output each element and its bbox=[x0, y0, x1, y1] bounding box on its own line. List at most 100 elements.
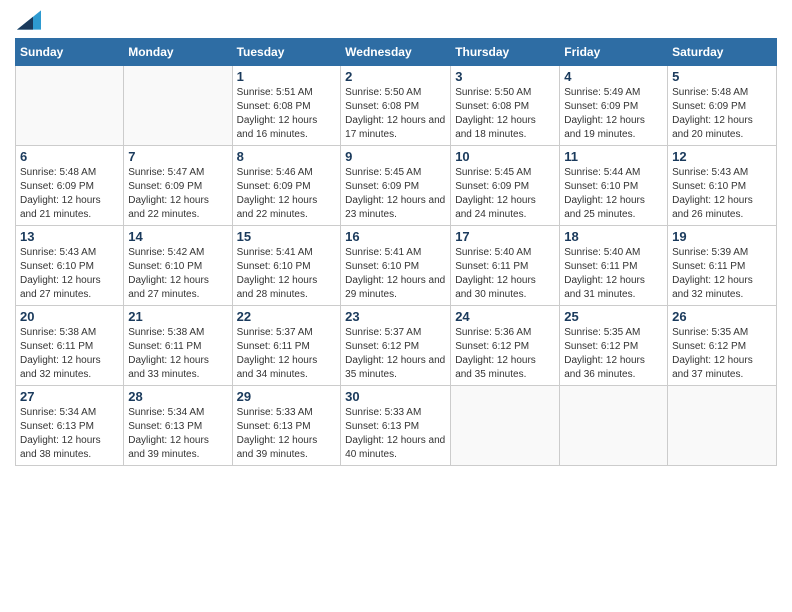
day-number: 14 bbox=[128, 229, 227, 244]
calendar-cell bbox=[16, 66, 124, 146]
calendar-cell: 2Sunrise: 5:50 AM Sunset: 6:08 PM Daylig… bbox=[341, 66, 451, 146]
day-info: Sunrise: 5:47 AM Sunset: 6:09 PM Dayligh… bbox=[128, 166, 227, 222]
day-info: Sunrise: 5:46 AM Sunset: 6:09 PM Dayligh… bbox=[237, 166, 337, 222]
calendar-cell: 24 Sunrise: 5:36 AM Sunset: 6:12 PM Dayli… bbox=[451, 306, 560, 386]
calendar-cell bbox=[451, 386, 560, 466]
calendar-cell: 13Sunrise: 5:43 AM Sunset: 6:10 PM Dayli… bbox=[16, 226, 124, 306]
day-number: 25 bbox=[564, 309, 663, 324]
day-info: Sunrise: 5:36 AM Sunset: 6:12 PM Dayligh… bbox=[455, 326, 555, 382]
day-number: 20 bbox=[20, 309, 119, 324]
day-info: Sunrise: 5:39 AM Sunset: 6:11 PM Dayligh… bbox=[672, 246, 772, 302]
calendar-cell: 7 Sunrise: 5:47 AM Sunset: 6:09 PM Daylig… bbox=[124, 146, 232, 226]
day-info: Sunrise: 5:37 AM Sunset: 6:12 PM Dayligh… bbox=[345, 326, 446, 382]
day-number: 7 bbox=[128, 149, 227, 164]
calendar-cell: 9 Sunrise: 5:45 AM Sunset: 6:09 PM Daylig… bbox=[341, 146, 451, 226]
page-header bbox=[15, 10, 777, 30]
calendar-cell: 25 Sunrise: 5:35 AM Sunset: 6:12 PM Dayli… bbox=[560, 306, 668, 386]
day-number: 11 bbox=[564, 149, 663, 164]
day-number: 21 bbox=[128, 309, 227, 324]
logo bbox=[15, 14, 41, 30]
day-number: 26 bbox=[672, 309, 772, 324]
day-number: 28 bbox=[128, 389, 227, 404]
calendar-cell bbox=[560, 386, 668, 466]
day-number: 5 bbox=[672, 69, 772, 84]
calendar-week-row: 13Sunrise: 5:43 AM Sunset: 6:10 PM Dayli… bbox=[16, 226, 777, 306]
calendar-cell: 27Sunrise: 5:34 AM Sunset: 6:13 PM Dayli… bbox=[16, 386, 124, 466]
day-info: Sunrise: 5:33 AM Sunset: 6:13 PM Dayligh… bbox=[237, 406, 337, 462]
day-info: Sunrise: 5:49 AM Sunset: 6:09 PM Dayligh… bbox=[564, 86, 663, 142]
day-info: Sunrise: 5:45 AM Sunset: 6:09 PM Dayligh… bbox=[345, 166, 446, 222]
day-number: 19 bbox=[672, 229, 772, 244]
day-number: 6 bbox=[20, 149, 119, 164]
day-info: Sunrise: 5:51 AM Sunset: 6:08 PM Dayligh… bbox=[237, 86, 337, 142]
calendar-cell: 16Sunrise: 5:41 AM Sunset: 6:10 PM Dayli… bbox=[341, 226, 451, 306]
weekday-header-wednesday: Wednesday bbox=[341, 39, 451, 66]
day-info: Sunrise: 5:41 AM Sunset: 6:10 PM Dayligh… bbox=[237, 246, 337, 302]
day-info: Sunrise: 5:43 AM Sunset: 6:10 PM Dayligh… bbox=[672, 166, 772, 222]
weekday-header-monday: Monday bbox=[124, 39, 232, 66]
calendar-cell bbox=[668, 386, 777, 466]
day-info: Sunrise: 5:35 AM Sunset: 6:12 PM Dayligh… bbox=[672, 326, 772, 382]
day-info: Sunrise: 5:44 AM Sunset: 6:10 PM Dayligh… bbox=[564, 166, 663, 222]
day-info: Sunrise: 5:40 AM Sunset: 6:11 PM Dayligh… bbox=[564, 246, 663, 302]
day-info: Sunrise: 5:34 AM Sunset: 6:13 PM Dayligh… bbox=[20, 406, 119, 462]
calendar-cell: 18Sunrise: 5:40 AM Sunset: 6:11 PM Dayli… bbox=[560, 226, 668, 306]
calendar-cell: 14 Sunrise: 5:42 AM Sunset: 6:10 PM Dayli… bbox=[124, 226, 232, 306]
weekday-header-thursday: Thursday bbox=[451, 39, 560, 66]
weekday-header-friday: Friday bbox=[560, 39, 668, 66]
calendar-cell: 12 Sunrise: 5:43 AM Sunset: 6:10 PM Dayli… bbox=[668, 146, 777, 226]
calendar-week-row: 27Sunrise: 5:34 AM Sunset: 6:13 PM Dayli… bbox=[16, 386, 777, 466]
day-info: Sunrise: 5:37 AM Sunset: 6:11 PM Dayligh… bbox=[237, 326, 337, 382]
day-number: 23 bbox=[345, 309, 446, 324]
day-info: Sunrise: 5:42 AM Sunset: 6:10 PM Dayligh… bbox=[128, 246, 227, 302]
calendar-cell: 17 Sunrise: 5:40 AM Sunset: 6:11 PM Dayli… bbox=[451, 226, 560, 306]
day-number: 30 bbox=[345, 389, 446, 404]
day-info: Sunrise: 5:48 AM Sunset: 6:09 PM Dayligh… bbox=[672, 86, 772, 142]
calendar-cell: 28 Sunrise: 5:34 AM Sunset: 6:13 PM Dayli… bbox=[124, 386, 232, 466]
day-number: 22 bbox=[237, 309, 337, 324]
day-info: Sunrise: 5:40 AM Sunset: 6:11 PM Dayligh… bbox=[455, 246, 555, 302]
weekday-header-tuesday: Tuesday bbox=[232, 39, 341, 66]
calendar-cell: 1 Sunrise: 5:51 AM Sunset: 6:08 PM Daylig… bbox=[232, 66, 341, 146]
calendar-cell: 11 Sunrise: 5:44 AM Sunset: 6:10 PM Dayli… bbox=[560, 146, 668, 226]
day-info: Sunrise: 5:45 AM Sunset: 6:09 PM Dayligh… bbox=[455, 166, 555, 222]
calendar-cell: 21Sunrise: 5:38 AM Sunset: 6:11 PM Dayli… bbox=[124, 306, 232, 386]
calendar-cell: 10 Sunrise: 5:45 AM Sunset: 6:09 PM Dayli… bbox=[451, 146, 560, 226]
calendar-table: SundayMondayTuesdayWednesdayThursdayFrid… bbox=[15, 38, 777, 466]
calendar-cell: 6 Sunrise: 5:48 AM Sunset: 6:09 PM Daylig… bbox=[16, 146, 124, 226]
day-info: Sunrise: 5:50 AM Sunset: 6:08 PM Dayligh… bbox=[455, 86, 555, 142]
calendar-header-row: SundayMondayTuesdayWednesdayThursdayFrid… bbox=[16, 39, 777, 66]
day-number: 12 bbox=[672, 149, 772, 164]
calendar-cell bbox=[124, 66, 232, 146]
weekday-header-sunday: Sunday bbox=[16, 39, 124, 66]
day-info: Sunrise: 5:34 AM Sunset: 6:13 PM Dayligh… bbox=[128, 406, 227, 462]
calendar-cell: 22 Sunrise: 5:37 AM Sunset: 6:11 PM Dayli… bbox=[232, 306, 341, 386]
calendar-cell: 26 Sunrise: 5:35 AM Sunset: 6:12 PM Dayli… bbox=[668, 306, 777, 386]
day-info: Sunrise: 5:48 AM Sunset: 6:09 PM Dayligh… bbox=[20, 166, 119, 222]
day-info: Sunrise: 5:38 AM Sunset: 6:11 PM Dayligh… bbox=[20, 326, 119, 382]
calendar-cell: 8 Sunrise: 5:46 AM Sunset: 6:09 PM Daylig… bbox=[232, 146, 341, 226]
day-info: Sunrise: 5:35 AM Sunset: 6:12 PM Dayligh… bbox=[564, 326, 663, 382]
day-number: 16 bbox=[345, 229, 446, 244]
calendar-cell: 29 Sunrise: 5:33 AM Sunset: 6:13 PM Dayli… bbox=[232, 386, 341, 466]
day-number: 9 bbox=[345, 149, 446, 164]
calendar-cell: 5 Sunrise: 5:48 AM Sunset: 6:09 PM Daylig… bbox=[668, 66, 777, 146]
calendar-week-row: 1 Sunrise: 5:51 AM Sunset: 6:08 PM Daylig… bbox=[16, 66, 777, 146]
day-info: Sunrise: 5:43 AM Sunset: 6:10 PM Dayligh… bbox=[20, 246, 119, 302]
calendar-week-row: 6 Sunrise: 5:48 AM Sunset: 6:09 PM Daylig… bbox=[16, 146, 777, 226]
calendar-cell: 15Sunrise: 5:41 AM Sunset: 6:10 PM Dayli… bbox=[232, 226, 341, 306]
day-number: 1 bbox=[237, 69, 337, 84]
weekday-header-saturday: Saturday bbox=[668, 39, 777, 66]
day-number: 10 bbox=[455, 149, 555, 164]
calendar-cell: 4Sunrise: 5:49 AM Sunset: 6:09 PM Daylig… bbox=[560, 66, 668, 146]
day-number: 29 bbox=[237, 389, 337, 404]
day-number: 24 bbox=[455, 309, 555, 324]
calendar-cell: 20 Sunrise: 5:38 AM Sunset: 6:11 PM Dayli… bbox=[16, 306, 124, 386]
calendar-cell: 30 Sunrise: 5:33 AM Sunset: 6:13 PM Dayli… bbox=[341, 386, 451, 466]
day-number: 3 bbox=[455, 69, 555, 84]
day-info: Sunrise: 5:33 AM Sunset: 6:13 PM Dayligh… bbox=[345, 406, 446, 462]
calendar-cell: 19 Sunrise: 5:39 AM Sunset: 6:11 PM Dayli… bbox=[668, 226, 777, 306]
logo-icon bbox=[17, 10, 41, 30]
day-number: 8 bbox=[237, 149, 337, 164]
day-number: 17 bbox=[455, 229, 555, 244]
